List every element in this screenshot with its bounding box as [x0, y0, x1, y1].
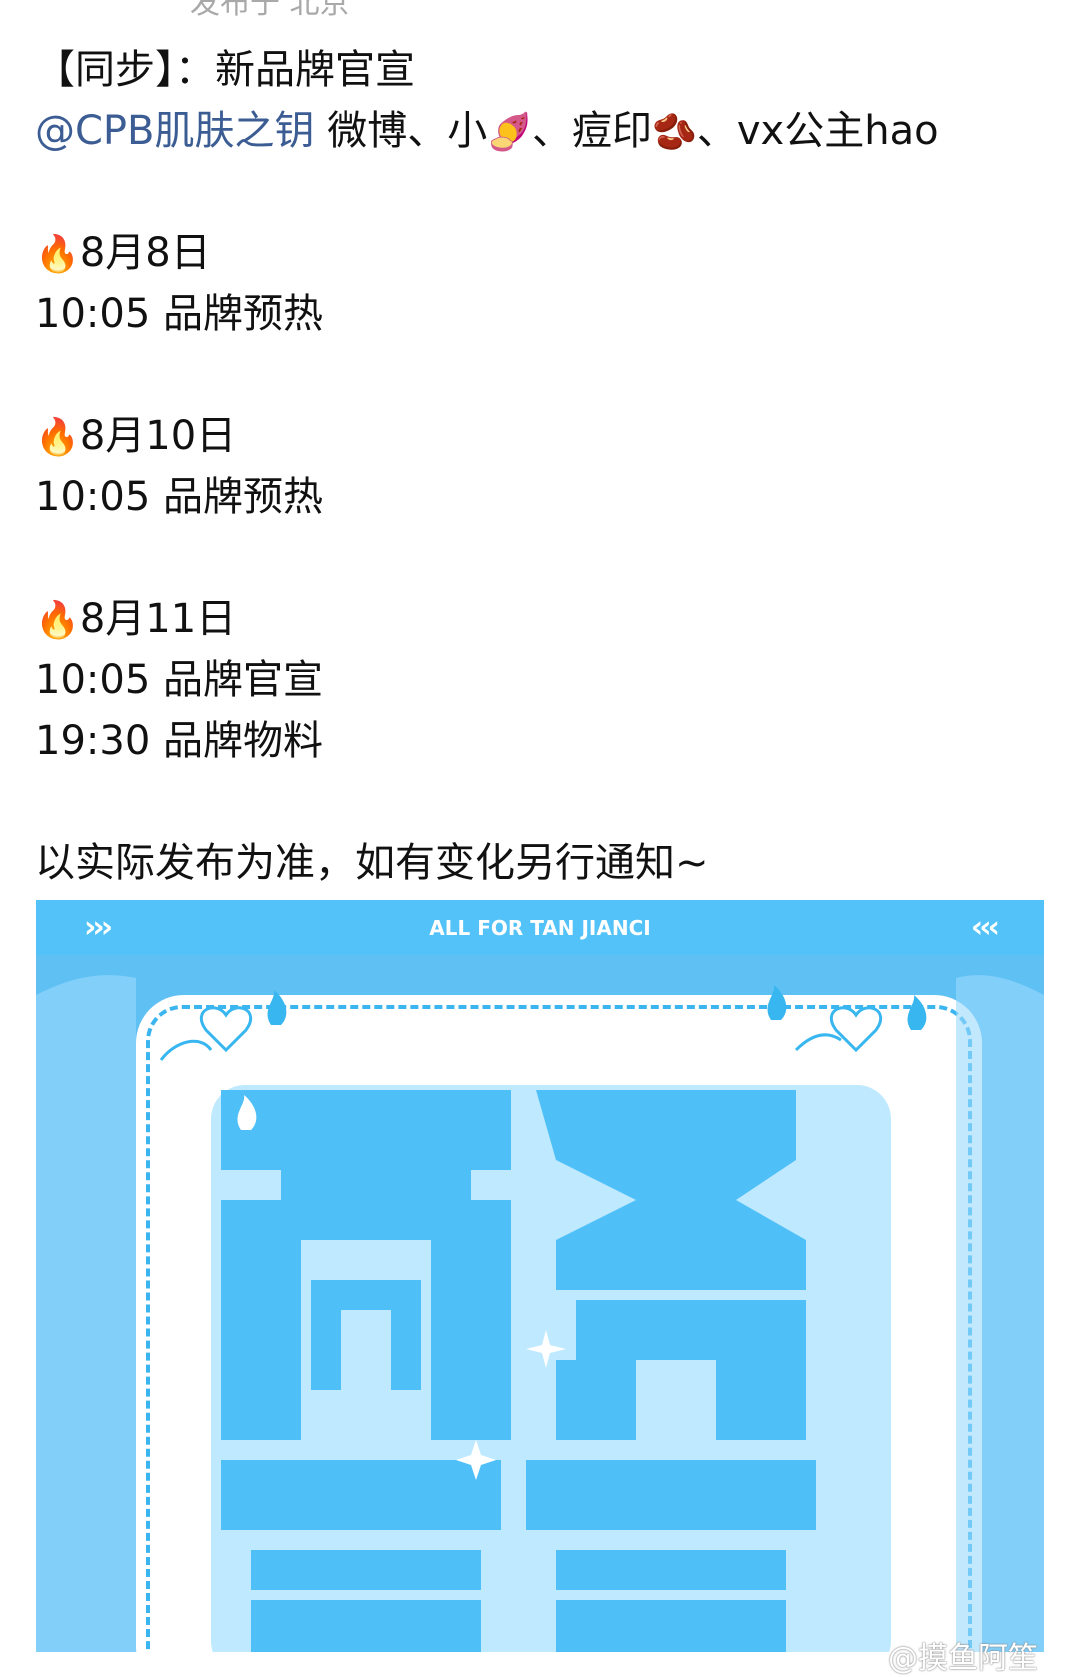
schedule-date-label: 8月10日	[79, 413, 237, 459]
fire-icon: 🔥	[35, 600, 80, 641]
poster-image[interactable]: ››› ALL FOR TAN JIANCI ‹‹‹	[36, 900, 1044, 1652]
heart-doodle-icon	[794, 1006, 883, 1053]
schedule-date: 🔥8月11日	[35, 589, 1045, 650]
platforms-text-part1: 微博、小	[314, 108, 488, 154]
sweet-potato-emoji-icon: 🍠	[487, 112, 533, 153]
fire-doodle-icon	[267, 990, 287, 1025]
poster-art	[36, 975, 1044, 1652]
platforms-text-part3: 、vx公主hao	[696, 108, 939, 154]
schedule-item: 10:05 品牌预热	[35, 291, 323, 337]
fire-icon: 🔥	[35, 417, 80, 458]
schedule-item: 19:30 品牌物料	[35, 718, 323, 764]
heart-doodle-icon	[159, 1006, 253, 1061]
platforms-line: @CPB肌肤之钥 微博、小🍠、痘印🫘、vx公主hao	[35, 101, 1045, 162]
schedule-date: 🔥8月10日	[35, 406, 1045, 467]
post-title-line: 【同步】：新品牌官宣	[35, 47, 415, 93]
mention-link[interactable]: @CPB肌肤之钥	[35, 108, 315, 154]
beans-emoji-icon: 🫘	[652, 112, 697, 153]
big-character-guan	[221, 1460, 501, 1652]
schedule-item: 10:05 品牌官宣	[35, 657, 323, 703]
schedule-date-label: 8月8日	[79, 230, 211, 276]
schedule-date-label: 8月11日	[79, 596, 237, 642]
footer-note: 以实际发布为准，如有变化另行通知~	[35, 840, 709, 886]
weibo-watermark: @摸鱼阿笙	[888, 1641, 1038, 1676]
fire-icon: 🔥	[35, 234, 80, 275]
schedule-item: 10:05 品牌预热	[35, 474, 323, 520]
big-character-xuan	[526, 1460, 816, 1652]
post-location: 发布于 北京	[190, 0, 350, 21]
schedule-date: 🔥8月8日	[35, 223, 1045, 284]
platforms-text-part2: 、痘印	[532, 108, 653, 154]
post-body: 【同步】：新品牌官宣 @CPB肌肤之钥 微博、小🍠、痘印🫘、vx公主hao 🔥8…	[35, 40, 1045, 894]
